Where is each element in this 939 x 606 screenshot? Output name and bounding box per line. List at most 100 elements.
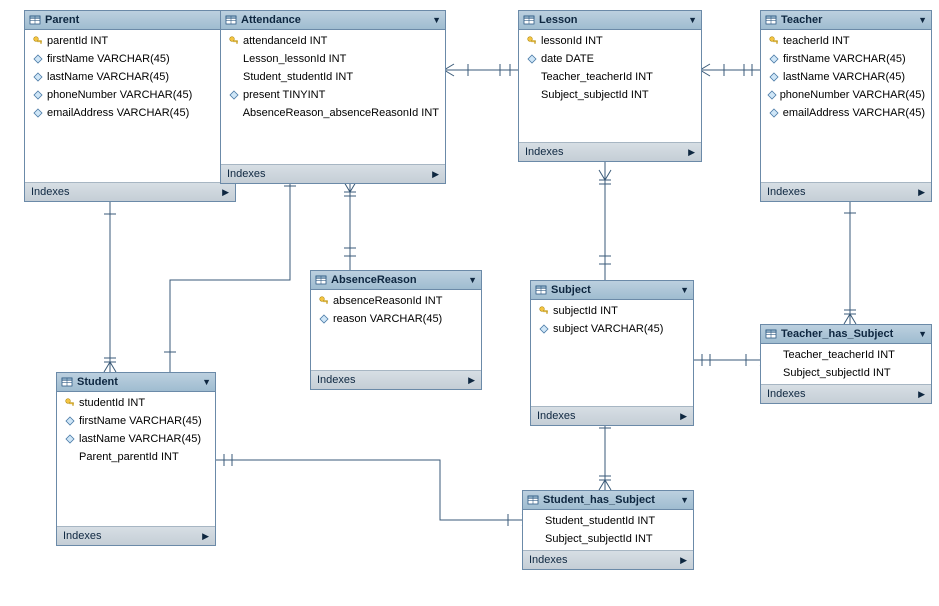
table-header[interactable]: AbsenceReason▼ (311, 271, 481, 290)
collapse-icon[interactable]: ▼ (468, 275, 477, 285)
spacer (531, 338, 693, 404)
blank-icon (525, 90, 539, 100)
column-row[interactable]: studentId INT (57, 394, 215, 412)
column-label: teacherId INT (783, 35, 850, 47)
column-row[interactable]: lastName VARCHAR(45) (761, 68, 931, 86)
table-header[interactable]: Subject▼ (531, 281, 693, 300)
expand-icon[interactable]: ▶ (222, 187, 229, 198)
column-icon (525, 54, 539, 64)
column-row[interactable]: absenceReasonId INT (311, 292, 481, 310)
column-row[interactable]: Student_studentId INT (523, 512, 693, 530)
column-row[interactable]: subject VARCHAR(45) (531, 320, 693, 338)
column-row[interactable]: present TINYINT (221, 86, 445, 104)
column-label: Subject_subjectId INT (783, 367, 891, 379)
blank-icon (227, 108, 241, 118)
table-icon (535, 284, 547, 296)
expand-icon[interactable]: ▶ (688, 147, 695, 158)
column-row[interactable]: AbsenceReason_absenceReasonId INT (221, 104, 445, 122)
table-title: Student (77, 376, 202, 388)
indexes-section[interactable]: Indexes▶ (519, 142, 701, 161)
table-student_has_subject[interactable]: Student_has_Subject▼ Student_studentId IN… (522, 490, 694, 570)
indexes-section[interactable]: Indexes▶ (57, 526, 215, 545)
column-list: parentId INTfirstName VARCHAR(45)lastNam… (25, 30, 235, 182)
table-parent[interactable]: Parent▼parentId INTfirstName VARCHAR(45)… (24, 10, 236, 202)
column-row[interactable]: emailAddress VARCHAR(45) (761, 104, 931, 122)
expand-icon[interactable]: ▶ (202, 531, 209, 542)
indexes-label: Indexes (767, 186, 918, 198)
column-row[interactable]: subjectId INT (531, 302, 693, 320)
column-row[interactable]: Subject_subjectId INT (523, 530, 693, 548)
indexes-label: Indexes (317, 374, 468, 386)
collapse-icon[interactable]: ▼ (680, 495, 689, 505)
indexes-label: Indexes (63, 530, 202, 542)
table-teacher_has_subject[interactable]: Teacher_has_Subject▼ Teacher_teacherId IN… (760, 324, 932, 404)
column-row[interactable]: firstName VARCHAR(45) (25, 50, 235, 68)
indexes-section[interactable]: Indexes▶ (523, 550, 693, 569)
column-row[interactable]: date DATE (519, 50, 701, 68)
column-row[interactable]: Student_studentId INT (221, 68, 445, 86)
column-row[interactable]: phoneNumber VARCHAR(45) (761, 86, 931, 104)
column-row[interactable]: lastName VARCHAR(45) (25, 68, 235, 86)
column-row[interactable]: phoneNumber VARCHAR(45) (25, 86, 235, 104)
indexes-section[interactable]: Indexes▶ (311, 370, 481, 389)
table-header[interactable]: Attendance▼ (221, 11, 445, 30)
indexes-section[interactable]: Indexes▶ (25, 182, 235, 201)
expand-icon[interactable]: ▶ (468, 375, 475, 386)
collapse-icon[interactable]: ▼ (202, 377, 211, 387)
column-icon (31, 90, 45, 100)
table-header[interactable]: Teacher_has_Subject▼ (761, 325, 931, 344)
column-label: Teacher_teacherId INT (541, 71, 653, 83)
table-header[interactable]: Teacher▼ (761, 11, 931, 30)
table-absencereason[interactable]: AbsenceReason▼absenceReasonId INTreason … (310, 270, 482, 390)
expand-icon[interactable]: ▶ (680, 411, 687, 422)
column-row[interactable]: emailAddress VARCHAR(45) (25, 104, 235, 122)
table-title: Subject (551, 284, 680, 296)
column-list: absenceReasonId INTreason VARCHAR(45) (311, 290, 481, 370)
column-list: teacherId INT firstName VARCHAR(45)lastNa… (761, 30, 931, 182)
expand-icon[interactable]: ▶ (680, 555, 687, 566)
column-row[interactable]: firstName VARCHAR(45) (57, 412, 215, 430)
table-student[interactable]: Student▼ studentId INTfirstName VARCHAR(4… (56, 372, 216, 546)
column-row[interactable]: parentId INT (25, 32, 235, 50)
column-row[interactable]: Lesson_lessonId INT (221, 50, 445, 68)
column-row[interactable]: firstName VARCHAR(45) (761, 50, 931, 68)
column-row[interactable]: attendanceId INT (221, 32, 445, 50)
column-row[interactable]: Teacher_teacherId INT (519, 68, 701, 86)
table-header[interactable]: Student▼ (57, 373, 215, 392)
collapse-icon[interactable]: ▼ (918, 329, 927, 339)
indexes-section[interactable]: Indexes▶ (761, 182, 931, 201)
table-subject[interactable]: Subject▼ subjectId INT subject VARCHAR(45)… (530, 280, 694, 426)
column-icon (31, 72, 45, 82)
column-label: Subject_subjectId INT (545, 533, 653, 545)
expand-icon[interactable]: ▶ (918, 389, 925, 400)
table-lesson[interactable]: Lesson▼ lessonId INT date DATE Teacher_teac… (518, 10, 702, 162)
column-row[interactable]: Parent_parentId INT (57, 448, 215, 466)
column-row[interactable]: lastName VARCHAR(45) (57, 430, 215, 448)
table-attendance[interactable]: Attendance▼ attendanceId INTLesson_lesson… (220, 10, 446, 184)
spacer (25, 122, 235, 180)
expand-icon[interactable]: ▶ (432, 169, 439, 180)
indexes-section[interactable]: Indexes▶ (531, 406, 693, 425)
table-teacher[interactable]: Teacher▼ teacherId INT firstName VARCHAR(4… (760, 10, 932, 202)
table-header[interactable]: Student_has_Subject▼ (523, 491, 693, 510)
collapse-icon[interactable]: ▼ (432, 15, 441, 25)
table-icon (765, 328, 777, 340)
column-row[interactable]: Teacher_teacherId INT (761, 346, 931, 364)
column-row[interactable]: lessonId INT (519, 32, 701, 50)
indexes-section[interactable]: Indexes▶ (221, 164, 445, 183)
expand-icon[interactable]: ▶ (918, 187, 925, 198)
column-row[interactable]: teacherId INT (761, 32, 931, 50)
column-row[interactable]: reason VARCHAR(45) (311, 310, 481, 328)
column-label: subject VARCHAR(45) (553, 323, 663, 335)
collapse-icon[interactable]: ▼ (680, 285, 689, 295)
collapse-icon[interactable]: ▼ (918, 15, 927, 25)
primary-key-icon (63, 398, 77, 408)
indexes-section[interactable]: Indexes▶ (761, 384, 931, 403)
spacer (761, 122, 931, 180)
table-header[interactable]: Lesson▼ (519, 11, 701, 30)
column-label: date DATE (541, 53, 594, 65)
table-header[interactable]: Parent▼ (25, 11, 235, 30)
column-row[interactable]: Subject_subjectId INT (761, 364, 931, 382)
column-row[interactable]: Subject_subjectId INT (519, 86, 701, 104)
collapse-icon[interactable]: ▼ (688, 15, 697, 25)
